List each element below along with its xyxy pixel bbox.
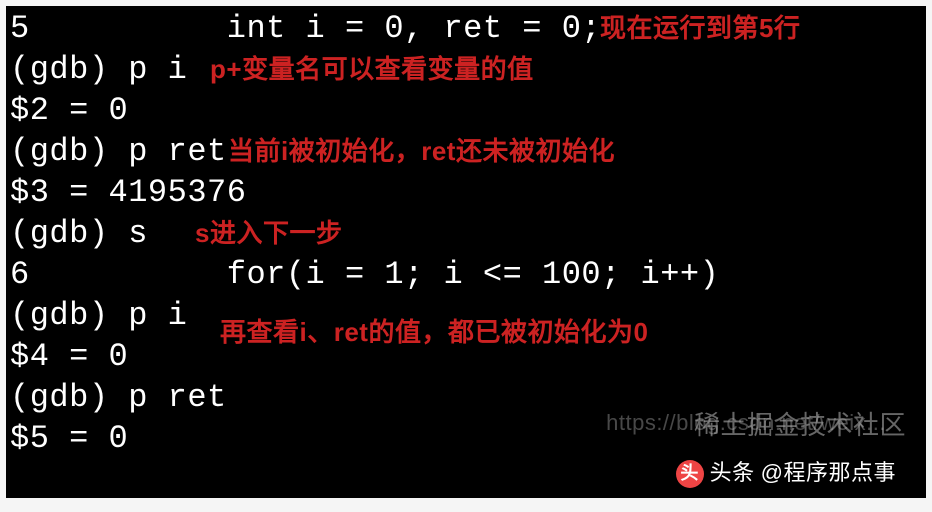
annotation-run-line5: 现在运行到第5行 xyxy=(600,12,800,46)
watermark-juejin: 稀土掘金技术社区 xyxy=(694,409,906,443)
terminal-text: $2 = 0 xyxy=(10,92,128,129)
terminal-window: 5 int i = 0, ret = 0;现在运行到第5行 (gdb) p i p… xyxy=(6,6,926,498)
annotation-recheck: 再查看i、ret的值，都已被初始化为0 xyxy=(220,316,648,350)
toutiao-icon: 头 xyxy=(676,460,704,488)
code-line: (gdb) p ret当前i被初始化，ret还未被初始化 xyxy=(10,131,922,172)
code-line: (gdb) s s进入下一步 xyxy=(10,213,922,254)
code-line: $4 = 0再查看i、ret的值，都已被初始化为0 xyxy=(10,336,922,377)
annotation-p-variable: p+变量名可以查看变量的值 xyxy=(210,53,534,87)
terminal-text: (gdb) p ret xyxy=(10,133,227,170)
terminal-text: (gdb) s xyxy=(10,215,148,252)
annotation-init-status: 当前i被初始化，ret还未被初始化 xyxy=(228,135,615,169)
code-line: $3 = 4195376 xyxy=(10,172,922,213)
footer-author: @程序那点事 xyxy=(761,459,896,488)
code-line: (gdb) p i p+变量名可以查看变量的值 xyxy=(10,49,922,90)
terminal-text: (gdb) p i xyxy=(10,297,187,334)
terminal-text: (gdb) p i xyxy=(10,51,187,88)
footer-attribution: 头 头条 @程序那点事 xyxy=(676,459,896,488)
code-line: $2 = 0 xyxy=(10,90,922,131)
terminal-text: 5 int i = 0, ret = 0; xyxy=(10,10,601,47)
terminal-text: (gdb) p ret xyxy=(10,379,227,416)
terminal-text: 6 for(i = 1; i <= 100; i++) xyxy=(10,256,719,293)
terminal-text: $4 = 0 xyxy=(10,338,128,375)
terminal-text: $3 = 4195376 xyxy=(10,174,246,211)
terminal-text: $5 = 0 xyxy=(10,420,128,457)
code-line: 5 int i = 0, ret = 0;现在运行到第5行 xyxy=(10,8,922,49)
footer-prefix: 头条 xyxy=(710,459,755,488)
code-line: 6 for(i = 1; i <= 100; i++) xyxy=(10,254,922,295)
annotation-step: s进入下一步 xyxy=(195,217,342,251)
